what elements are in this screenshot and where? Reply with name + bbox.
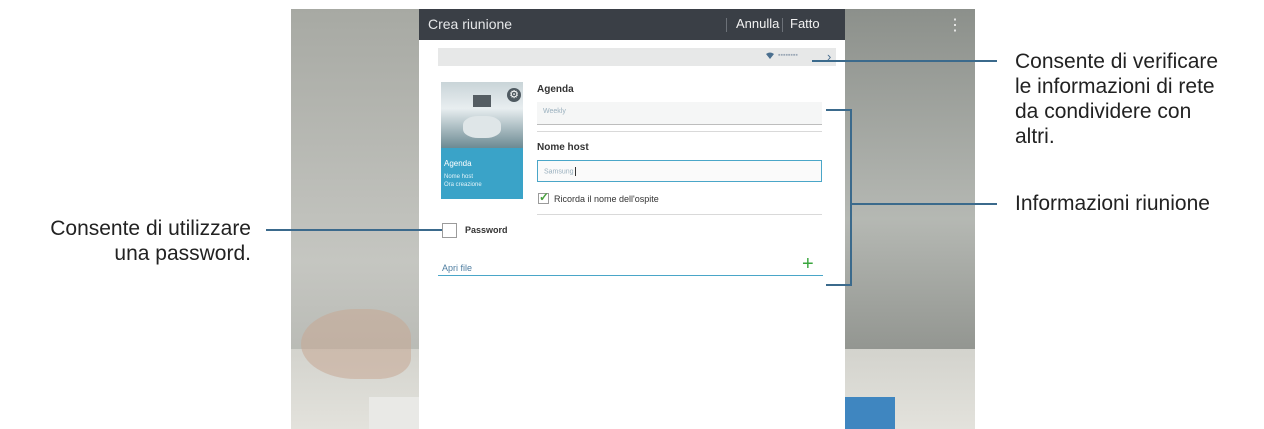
callout-password-line: Consente di utilizzare xyxy=(50,217,251,240)
callout-line-network xyxy=(812,60,997,62)
network-info-bar[interactable]: ▪▪▪▪▪▪▪▪ › xyxy=(438,48,836,66)
password-checkbox[interactable] xyxy=(442,223,457,238)
callout-meeting-info: Informazioni riunione xyxy=(1015,192,1210,215)
open-file-underline xyxy=(438,275,823,276)
password-label: Password xyxy=(465,225,508,235)
room-table-shape xyxy=(463,116,501,138)
room-screen-shape xyxy=(473,95,491,107)
background-right-button xyxy=(845,397,895,429)
callout-bracket-bottom xyxy=(826,284,850,286)
add-file-icon[interactable]: + xyxy=(802,254,814,274)
callout-network-line: le informazioni di rete xyxy=(1015,75,1215,98)
callout-password-line: una password. xyxy=(114,242,251,265)
remember-guest-label: Ricorda il nome dell'ospite xyxy=(554,194,659,204)
cancel-button[interactable]: Annulla xyxy=(736,16,779,31)
host-name-input[interactable]: Samsung xyxy=(537,160,822,182)
open-file-link[interactable]: Apri file xyxy=(442,263,472,273)
network-name: ▪▪▪▪▪▪▪▪ xyxy=(778,52,798,59)
callout-network: Consente di verificare le informazioni d… xyxy=(1015,49,1218,149)
overflow-menu-icon[interactable]: ⋮ xyxy=(947,15,963,37)
callout-network-line: Consente di verificare xyxy=(1015,50,1219,73)
done-button[interactable]: Fatto xyxy=(790,16,820,31)
callout-network-line: da condividere con xyxy=(1015,100,1192,123)
remember-guest-checkbox[interactable]: ✓ xyxy=(538,190,550,204)
card-title: Agenda xyxy=(444,159,472,168)
callout-bracket-vertical xyxy=(850,109,852,286)
callout-password: Consente di utilizzare una password. xyxy=(8,216,251,266)
callout-bracket-top xyxy=(826,109,850,111)
titlebar-separator xyxy=(782,18,783,32)
agenda-label: Agenda xyxy=(537,84,574,95)
host-name-value: Samsung xyxy=(544,167,576,176)
callout-line-password xyxy=(266,229,442,231)
card-time-line: Ora creazione xyxy=(444,182,482,188)
divider xyxy=(537,131,822,132)
tablet-screen: ⋮ Crea riunione Annulla Fatto ▪▪▪▪▪▪▪▪ ›… xyxy=(291,9,975,429)
meeting-thumbnail-card[interactable]: ⚙ Agenda Nome host Ora creazione xyxy=(441,82,523,199)
chevron-right-icon[interactable]: › xyxy=(827,49,831,65)
agenda-input[interactable]: Weekly xyxy=(537,102,822,125)
divider xyxy=(537,214,822,215)
background-hand xyxy=(301,309,411,379)
agenda-value: Weekly xyxy=(543,108,566,115)
card-host-line: Nome host xyxy=(444,174,474,180)
titlebar-separator xyxy=(726,18,727,32)
callout-line-meeting-info xyxy=(850,203,997,205)
dialog-titlebar: Crea riunione Annulla Fatto xyxy=(419,9,845,40)
create-meeting-dialog: Crea riunione Annulla Fatto ▪▪▪▪▪▪▪▪ › ⚙… xyxy=(419,9,845,429)
dialog-title: Crea riunione xyxy=(428,16,513,32)
host-name-label: Nome host xyxy=(537,142,589,153)
callout-network-line: altri. xyxy=(1015,125,1055,148)
background-left-button xyxy=(369,397,421,429)
wifi-icon xyxy=(766,52,774,59)
gear-icon[interactable]: ⚙ xyxy=(507,88,521,102)
check-icon: ✓ xyxy=(539,190,550,204)
